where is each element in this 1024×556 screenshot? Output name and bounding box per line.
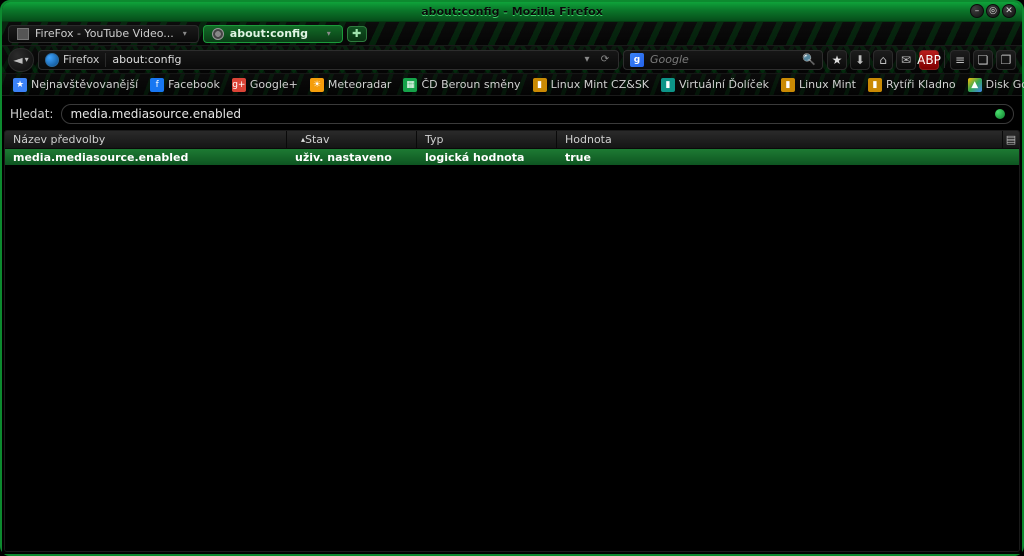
bookmark-label: ČD Beroun směny (421, 78, 520, 91)
bookmarks-toolbar: ★ Nejnavštěvovanější f Facebook g+ Google+ ☀ Me… (2, 74, 1022, 96)
bookmark-item[interactable]: ▮ Rytíři Kladno (863, 76, 961, 94)
preferences-table: Název předvolby ▴ Stav Typ Hodnota ▤ med… (4, 130, 1020, 552)
filter-label: Hledat: (10, 107, 53, 121)
bookmark-favicon-icon: ▮ (661, 78, 675, 92)
google-icon[interactable]: g (630, 53, 644, 67)
table-body: media.mediasource.enabled uživ. nastaven… (5, 149, 1019, 551)
pref-type-cell: logická hodnota (417, 151, 557, 164)
search-icon[interactable]: 🔍 (802, 53, 816, 66)
adblock-button[interactable]: ABP (919, 50, 939, 70)
column-header-label: Název předvolby (13, 133, 105, 146)
tab-dropdown-icon[interactable]: ▾ (180, 29, 190, 39)
pref-name-cell: media.mediasource.enabled (5, 151, 287, 164)
url-input[interactable] (112, 53, 574, 66)
bookmark-item[interactable]: g+ Google+ (227, 76, 303, 94)
bookmark-item[interactable]: ☀ Meteoradar (305, 76, 397, 94)
column-header-label: Typ (425, 133, 444, 146)
bookmark-item[interactable]: ▮ Virtuální Ďolíček (656, 76, 774, 94)
bookmark-favicon-icon: ▦ (403, 78, 417, 92)
bookmark-favicon-icon: ☀ (310, 78, 324, 92)
feed-button[interactable]: ≡ (950, 50, 970, 70)
toolbar-separator (944, 50, 945, 68)
panels-button[interactable]: ❐ (996, 50, 1016, 70)
home-button[interactable]: ⌂ (873, 50, 893, 70)
bookmark-favicon-icon: ★ (13, 78, 27, 92)
identity-label: Firefox (63, 53, 99, 66)
tab-dropdown-icon[interactable]: ▾ (324, 29, 334, 39)
mail-button[interactable]: ✉ (896, 50, 916, 70)
bookmark-label: Nejnavštěvovanější (31, 78, 138, 91)
column-header-label: Stav (305, 133, 330, 146)
bookmark-star-button[interactable]: ★ (827, 50, 847, 70)
history-dropdown-icon[interactable]: ▾ (25, 55, 29, 64)
column-header-label: Hodnota (565, 133, 612, 146)
status-dot-icon (995, 109, 1005, 119)
bookmark-favicon-icon: ▮ (868, 78, 882, 92)
bookmark-item[interactable]: ▦ ČD Beroun směny (398, 76, 525, 94)
browser-window: about:config - Mozilla Firefox – ◎ ✕ Fir… (0, 0, 1024, 556)
toolbar-right-icons: ★ ⬇ ⌂ ✉ ABP ≡ ❏ ❐ (827, 50, 1016, 70)
filter-input[interactable] (70, 107, 989, 121)
bookmark-favicon-icon: ▲ (968, 78, 982, 92)
bookmark-dropdown-icon[interactable]: ▾ (580, 53, 594, 67)
tab-youtube[interactable]: FireFox - YouTube Video... ▾ (8, 25, 199, 43)
tab-label: about:config (230, 27, 308, 40)
column-picker-button[interactable]: ▤ (1003, 131, 1019, 148)
bookmark-label: Meteoradar (328, 78, 392, 91)
bookmark-label: Google+ (250, 78, 298, 91)
bookmark-favicon-icon: ▮ (781, 78, 795, 92)
new-tab-button[interactable]: ✚ (347, 26, 367, 42)
bookmark-favicon-icon: f (150, 78, 164, 92)
bookmark-item[interactable]: ▲ Disk Google (963, 76, 1024, 94)
bookmark-item[interactable]: ▮ Linux Mint CZ&SK (528, 76, 654, 94)
table-row[interactable]: media.mediasource.enabled uživ. nastaven… (5, 149, 1019, 165)
bookmark-favicon-icon: ▮ (533, 78, 547, 92)
bookmark-label: Linux Mint CZ&SK (551, 78, 649, 91)
back-arrow-icon: ◄ (13, 53, 22, 67)
bookmark-item[interactable]: ▮ Linux Mint (776, 76, 861, 94)
reload-icon[interactable]: ⟳ (598, 53, 612, 67)
column-header-type[interactable]: Typ (417, 131, 557, 148)
table-header-row: Název předvolby ▴ Stav Typ Hodnota ▤ (5, 131, 1019, 149)
window-close-button[interactable]: ✕ (1002, 4, 1016, 18)
bookmark-label: Facebook (168, 78, 220, 91)
config-favicon-icon (212, 28, 224, 40)
window-minimize-button[interactable]: – (970, 4, 984, 18)
bookmark-label: Disk Google (986, 78, 1024, 91)
bookmark-item[interactable]: f Facebook (145, 76, 225, 94)
site-identity[interactable]: Firefox (45, 53, 106, 67)
tab-label: FireFox - YouTube Video... (35, 27, 174, 40)
bookmark-favicon-icon: g+ (232, 78, 246, 92)
url-bar[interactable]: Firefox ▾ ⟳ (38, 50, 619, 70)
filter-input-wrap[interactable] (61, 104, 1014, 124)
about-config-page: Hledat: Název předvolby ▴ Stav Typ (2, 96, 1022, 554)
window-controls: – ◎ ✕ (970, 4, 1016, 18)
pref-value-cell: true (557, 151, 1019, 164)
window-maximize-button[interactable]: ◎ (986, 4, 1000, 18)
column-header-status[interactable]: ▴ Stav (287, 131, 417, 148)
navigation-toolbar: ◄ ▾ Firefox ▾ ⟳ g 🔍 ★ ⬇ ⌂ ✉ ABP (2, 46, 1022, 74)
tab-about-config[interactable]: about:config ▾ (203, 25, 343, 43)
tab-strip: FireFox - YouTube Video... ▾ about:confi… (2, 22, 1022, 46)
urlbar-end-icons: ▾ ⟳ (580, 53, 612, 67)
column-header-name[interactable]: Název předvolby (5, 131, 287, 148)
firefox-identity-icon (45, 53, 59, 67)
bookmark-label: Rytíři Kladno (886, 78, 956, 91)
sidebar-button[interactable]: ❏ (973, 50, 993, 70)
bookmark-label: Virtuální Ďolíček (679, 78, 769, 91)
page-favicon-icon (17, 28, 29, 40)
search-input[interactable] (650, 53, 796, 66)
search-bar[interactable]: g 🔍 (623, 50, 823, 70)
window-titlebar: about:config - Mozilla Firefox – ◎ ✕ (2, 2, 1022, 22)
pref-status-cell: uživ. nastaveno (287, 151, 417, 164)
bookmark-item[interactable]: ★ Nejnavštěvovanější (8, 76, 143, 94)
filter-row: Hledat: (4, 98, 1020, 130)
back-button[interactable]: ◄ ▾ (8, 48, 34, 72)
window-title: about:config - Mozilla Firefox (421, 5, 603, 18)
column-header-value[interactable]: Hodnota (557, 131, 1003, 148)
bookmark-label: Linux Mint (799, 78, 856, 91)
downloads-button[interactable]: ⬇ (850, 50, 870, 70)
